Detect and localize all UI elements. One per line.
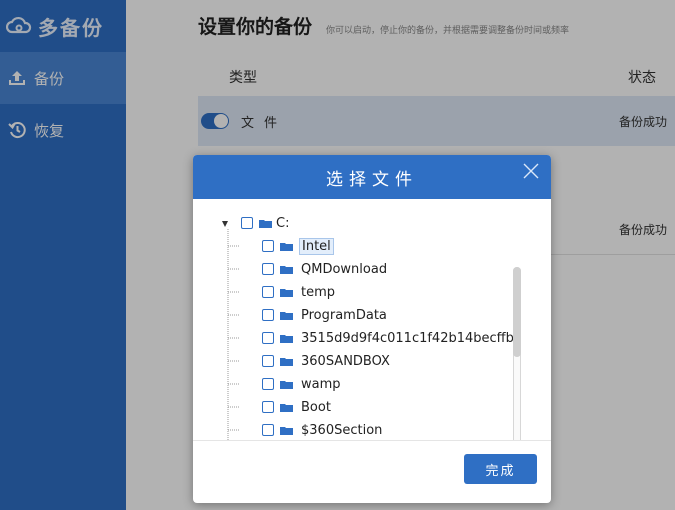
folder-icon <box>280 404 293 412</box>
folder-icon <box>280 358 293 366</box>
tree-node-label: wamp <box>301 376 341 392</box>
tree-node-label: Intel <box>299 237 334 255</box>
folder-icon <box>280 427 293 435</box>
checkbox[interactable] <box>241 217 253 229</box>
tree-node-folder[interactable]: Boot <box>262 397 333 417</box>
tree-node-folder[interactable]: temp <box>262 282 337 302</box>
tree-node-folder[interactable]: 3515d9d9f4c011c1f42b14becffb <box>262 328 516 348</box>
done-button[interactable]: 完成 <box>464 454 537 484</box>
checkbox[interactable] <box>262 286 274 298</box>
close-icon[interactable] <box>521 161 541 181</box>
tree-node-label: 3515d9d9f4c011c1f42b14becffb <box>301 330 514 346</box>
tree-node-label: 360SANDBOX <box>301 353 390 369</box>
checkbox[interactable] <box>262 332 274 344</box>
folder-tree: C: Intel QMDownload temp ProgramData 351… <box>193 209 551 441</box>
tree-node-label: $360Section <box>301 422 383 438</box>
tree-node-folder[interactable]: 360SANDBOX <box>262 351 392 371</box>
collapse-arrow-icon[interactable] <box>220 219 230 229</box>
folder-icon <box>280 266 293 274</box>
scrollbar-thumb[interactable] <box>513 267 521 357</box>
tree-node-label: ProgramData <box>301 307 387 323</box>
checkbox[interactable] <box>262 401 274 413</box>
checkbox[interactable] <box>262 378 274 390</box>
tree-node-folder[interactable]: ProgramData <box>262 305 389 325</box>
tree-node-label: temp <box>301 284 336 300</box>
dialog-header: 选择文件 <box>193 155 551 199</box>
folder-icon <box>280 243 293 251</box>
checkbox[interactable] <box>262 263 274 275</box>
tree-node-label: Boot <box>301 399 331 415</box>
folder-icon <box>280 289 293 297</box>
dialog-title: 选择文件 <box>326 169 418 190</box>
tree-node-folder[interactable]: Intel <box>262 236 334 256</box>
folder-icon <box>280 312 293 320</box>
checkbox[interactable] <box>262 355 274 367</box>
tree-root[interactable]: C: <box>241 213 291 233</box>
checkbox[interactable] <box>262 424 274 436</box>
tree-node-folder[interactable]: wamp <box>262 374 343 394</box>
folder-icon <box>280 335 293 343</box>
tree-connector-lines <box>227 229 239 440</box>
checkbox[interactable] <box>262 240 274 252</box>
tree-node-folder[interactable]: $360Section <box>262 420 384 440</box>
select-files-dialog: 选择文件 C: Intel QMDownload temp ProgramDat… <box>193 155 551 503</box>
tree-node-folder[interactable]: QMDownload <box>262 259 389 279</box>
folder-icon <box>280 381 293 389</box>
checkbox[interactable] <box>262 309 274 321</box>
folder-icon <box>259 220 272 228</box>
tree-node-label: QMDownload <box>301 261 388 277</box>
tree-node-label: C: <box>276 215 290 231</box>
